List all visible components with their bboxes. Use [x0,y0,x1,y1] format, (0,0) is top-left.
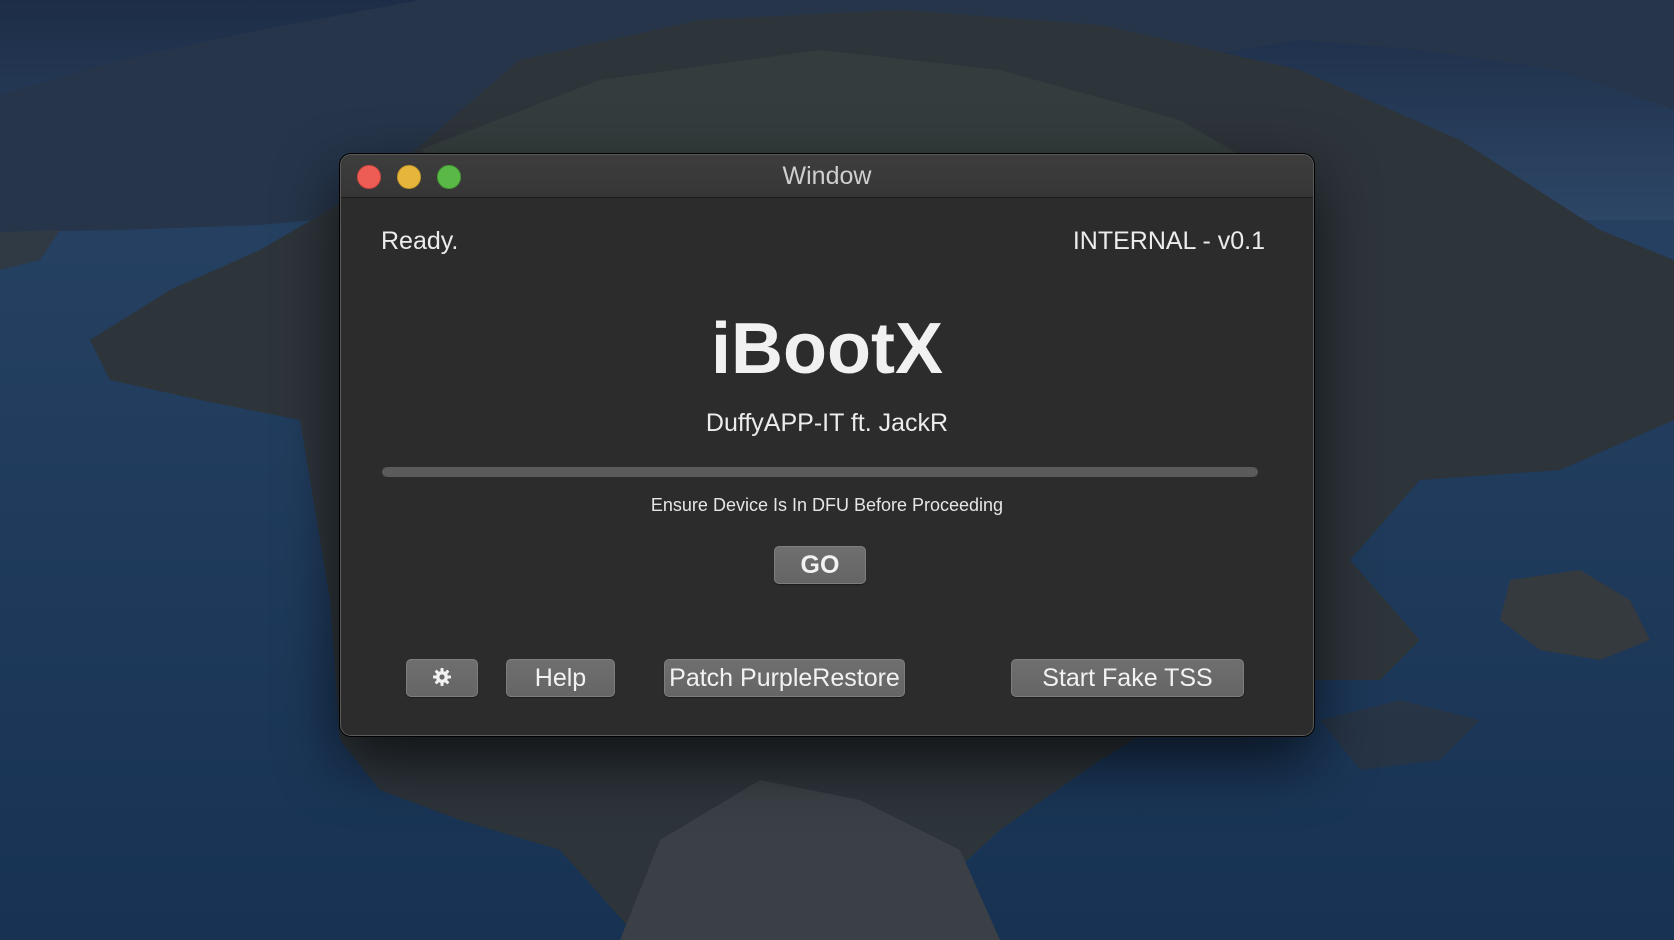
progress-bar [382,467,1258,477]
app-window: Window Ready. INTERNAL - v0.1 iBootX Duf… [340,154,1314,736]
instruction-label: Ensure Device Is In DFU Before Proceedin… [650,495,1004,515]
app-title: iBootX [711,309,943,389]
status-label: Ready. [381,227,459,255]
settings-button[interactable] [406,659,478,697]
title-bar[interactable]: Window [341,155,1313,198]
go-button[interactable]: GO [774,546,866,584]
patch-purplerestore-button[interactable]: Patch PurpleRestore [664,659,905,697]
start-fake-tss-button[interactable]: Start Fake TSS [1011,659,1244,697]
desktop: Window Ready. INTERNAL - v0.1 iBootX Duf… [0,0,1674,940]
gear-icon [433,668,451,687]
help-button[interactable]: Help [506,659,615,697]
app-credits: DuffyAPP-IT ft. JackR [705,409,949,437]
version-label: INTERNAL - v0.1 [1072,227,1265,255]
window-title: Window [782,162,872,190]
